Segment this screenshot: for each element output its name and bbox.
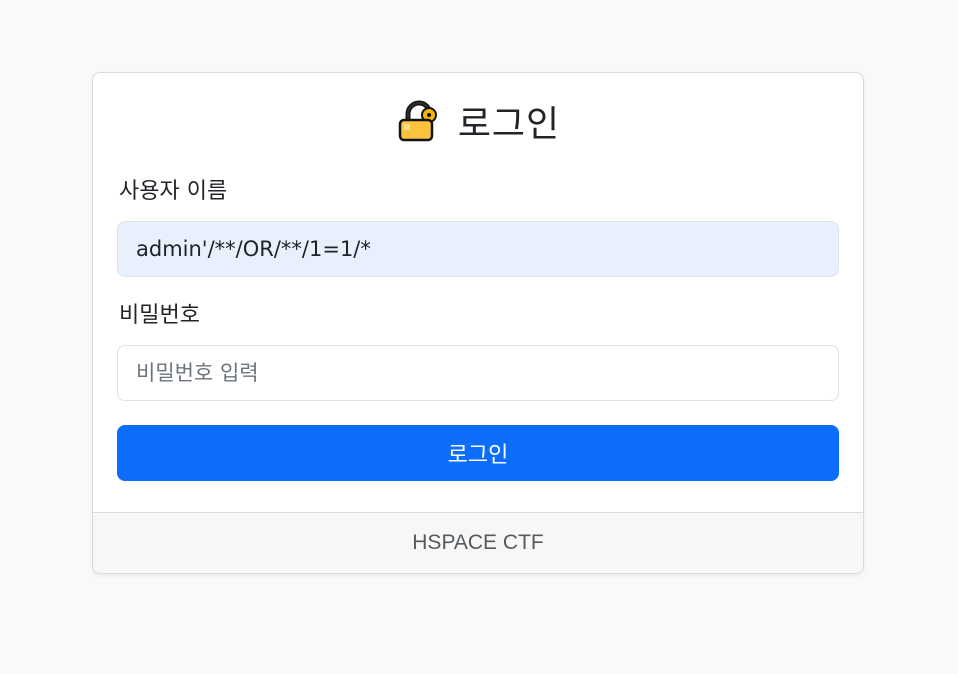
username-label: 사용자 이름 (119, 179, 228, 204)
page-title: 로그인 (457, 104, 561, 145)
password-input[interactable] (117, 345, 839, 401)
login-button[interactable]: 로그인 (117, 425, 839, 481)
login-card: 로그인 사용자 이름 비밀번호 로그인 HSPACE CTF (92, 72, 864, 574)
username-input[interactable] (117, 221, 839, 277)
footer-text: HSPACE CTF (412, 531, 544, 554)
login-card-body: 로그인 사용자 이름 비밀번호 로그인 (93, 73, 863, 513)
login-header: 로그인 (117, 73, 839, 169)
password-label: 비밀번호 (119, 303, 200, 328)
card-footer: HSPACE CTF (93, 512, 863, 573)
lock-icon (396, 98, 442, 144)
